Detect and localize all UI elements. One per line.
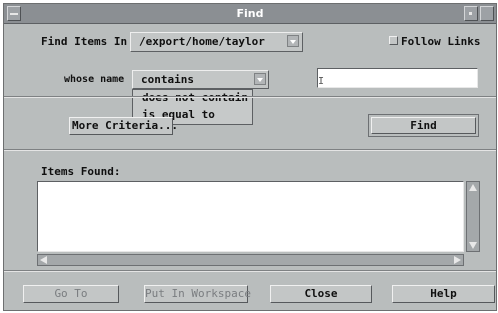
items-found-label: Items Found: bbox=[41, 165, 121, 178]
divider bbox=[4, 149, 496, 151]
scroll-left-icon[interactable] bbox=[40, 256, 47, 264]
horizontal-scrollbar[interactable] bbox=[37, 254, 464, 266]
whose-name-label: whose name bbox=[64, 74, 125, 85]
maximize-icon[interactable] bbox=[480, 6, 494, 21]
vertical-scrollbar[interactable] bbox=[466, 181, 480, 252]
follow-links-label: Follow Links bbox=[401, 35, 481, 48]
scroll-up-icon[interactable] bbox=[469, 184, 477, 191]
title-bar[interactable]: Find bbox=[4, 4, 496, 24]
help-button[interactable]: Help bbox=[392, 285, 495, 303]
text-cursor-icon: I bbox=[318, 76, 325, 87]
close-button[interactable]: Close bbox=[270, 285, 372, 303]
scroll-down-icon[interactable] bbox=[469, 242, 477, 249]
find-button[interactable]: Find bbox=[371, 117, 476, 134]
put-in-workspace-button[interactable]: Put In Workspace bbox=[144, 285, 251, 303]
find-dialog: Find Find Items In /export/home/taylor F… bbox=[3, 3, 497, 311]
minimize-icon[interactable] bbox=[464, 6, 478, 21]
follow-links-checkbox[interactable] bbox=[389, 36, 398, 45]
folder-value: /export/home/taylor bbox=[139, 35, 265, 48]
go-to-button[interactable]: Go To bbox=[23, 285, 119, 303]
folder-combo[interactable]: /export/home/taylor bbox=[130, 32, 303, 52]
criteria-selected: contains bbox=[141, 73, 194, 86]
more-criteria-button[interactable]: More Criteria... bbox=[69, 117, 178, 135]
chevron-down-icon[interactable] bbox=[254, 73, 266, 85]
results-list[interactable] bbox=[37, 181, 464, 252]
scroll-right-icon[interactable] bbox=[454, 256, 461, 264]
divider bbox=[4, 270, 496, 272]
criteria-combo[interactable]: contains bbox=[132, 70, 269, 89]
chevron-down-icon[interactable] bbox=[287, 35, 299, 47]
divider bbox=[4, 96, 496, 98]
find-items-in-label: Find Items In bbox=[41, 35, 128, 48]
name-input[interactable] bbox=[317, 68, 478, 88]
window-title: Find bbox=[236, 7, 264, 20]
